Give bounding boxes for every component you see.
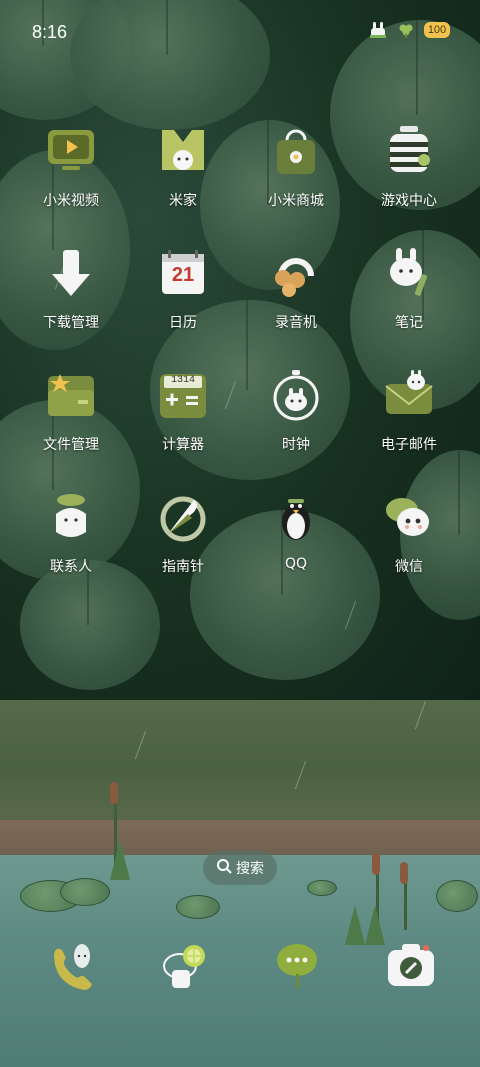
app-label: 米家: [169, 193, 197, 209]
wallpaper-leaf: [20, 560, 160, 690]
reed-leaves: [345, 905, 365, 945]
cattail: [400, 862, 408, 884]
app-contacts[interactable]: 联系人: [15, 490, 127, 576]
download-icon: [42, 246, 100, 304]
app-clock[interactable]: 时钟: [240, 368, 352, 454]
cattail: [372, 853, 380, 875]
app-label: 录音机: [275, 315, 317, 331]
app-label: 游戏中心: [381, 193, 437, 209]
app-calculator[interactable]: 1314 计算器: [127, 368, 239, 454]
shopping-bag-icon: [267, 124, 325, 182]
calendar-icon: 21: [154, 246, 212, 304]
app-xiaomi-mall[interactable]: 小米商城: [240, 124, 352, 210]
reed-leaves: [365, 905, 385, 945]
app-label: 文件管理: [43, 437, 99, 453]
clover-status-icon: [396, 22, 416, 38]
status-time: 8:16: [32, 22, 68, 42]
mail-icon: [380, 368, 438, 426]
video-icon: [42, 124, 100, 182]
app-label: 指南针: [162, 559, 204, 575]
app-notes[interactable]: 笔记: [353, 246, 465, 332]
app-wechat[interactable]: 微信: [353, 490, 465, 576]
app-label: 下载管理: [43, 315, 99, 331]
lily-pad: [60, 878, 110, 906]
reed-leaves: [110, 840, 130, 880]
lily-pad: [436, 880, 478, 912]
app-recorder[interactable]: 录音机: [240, 246, 352, 332]
app-label: 电子邮件: [381, 437, 437, 453]
app-download-manager[interactable]: 下载管理: [15, 246, 127, 332]
app-label: 小米视频: [43, 193, 99, 209]
app-xiaomi-video[interactable]: 小米视频: [15, 124, 127, 210]
app-label: 计算器: [162, 437, 204, 453]
compass-icon: [154, 490, 212, 548]
calendar-date: 21: [171, 264, 195, 286]
app-mijia[interactable]: 米家: [127, 124, 239, 210]
search-icon: [216, 858, 232, 878]
app-email[interactable]: 电子邮件: [353, 368, 465, 454]
app-game-center[interactable]: 游戏中心: [353, 124, 465, 210]
calculator-icon: 1314: [154, 368, 212, 426]
clock-icon: [267, 368, 325, 426]
messages-icon[interactable]: [272, 938, 326, 992]
app-label: QQ: [284, 556, 308, 572]
bunny-status-icon: [368, 22, 388, 38]
notes-icon: [380, 246, 438, 304]
app-label: 日历: [169, 315, 197, 331]
browser-lemon-icon[interactable]: [158, 938, 212, 992]
cattail: [110, 782, 118, 804]
app-label: 微信: [395, 559, 423, 575]
phone-icon[interactable]: [44, 938, 98, 992]
home-screen: 8:16 100 小米视频 米家 小米商城 游戏中心 下载管理 21 日历 录音…: [0, 0, 480, 1067]
wechat-icon: [380, 490, 438, 548]
app-compass[interactable]: 指南针: [127, 490, 239, 576]
search-label: 搜索: [236, 861, 264, 877]
app-calendar[interactable]: 21 日历: [127, 246, 239, 332]
game-center-icon: [380, 124, 438, 182]
lily-pad: [176, 895, 220, 919]
qq-penguin-icon: [267, 490, 325, 548]
folder-icon: [42, 368, 100, 426]
lily-pad: [307, 880, 337, 896]
calculator-display: 1314: [170, 375, 195, 386]
search-button[interactable]: 搜索: [203, 851, 277, 885]
battery-indicator: 100: [424, 22, 450, 38]
recorder-icon: [267, 246, 325, 304]
app-label: 小米商城: [268, 193, 324, 209]
app-label: 笔记: [395, 315, 423, 331]
app-label: 联系人: [50, 559, 92, 575]
app-label: 时钟: [282, 437, 310, 453]
mijia-icon: [154, 124, 212, 182]
app-qq[interactable]: QQ: [240, 490, 352, 572]
contacts-icon: [42, 490, 100, 548]
app-file-manager[interactable]: 文件管理: [15, 368, 127, 454]
status-icons: 100: [368, 22, 450, 38]
camera-icon[interactable]: [384, 938, 438, 992]
